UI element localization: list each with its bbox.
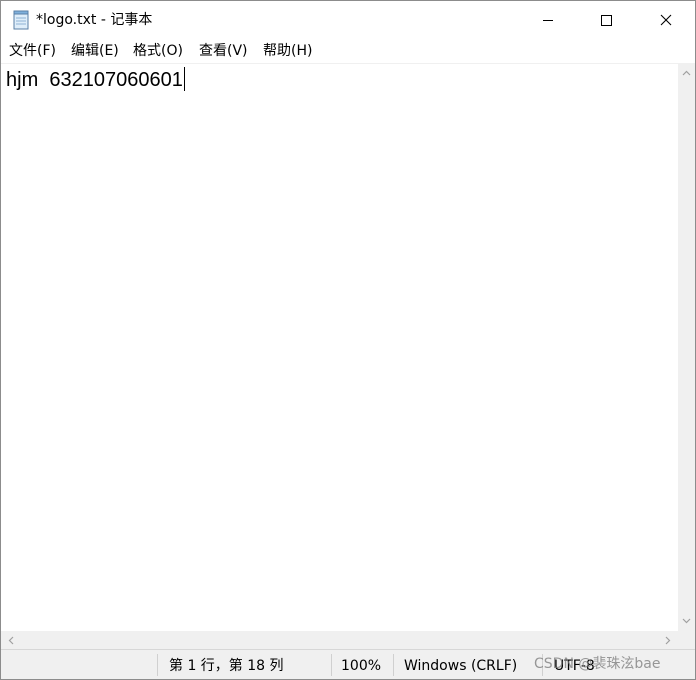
status-bar: 第 1 行，第 18 列 100% Windows (CRLF) UTF-8 C… (1, 649, 695, 679)
menu-view[interactable]: 查看(V) (198, 42, 249, 60)
status-divider (157, 654, 158, 676)
close-button[interactable] (637, 1, 695, 39)
text-editor[interactable]: hjm 632107060601 (1, 63, 678, 631)
cursor-position: 第 1 行，第 18 列 (169, 658, 284, 674)
title-bar[interactable]: *logo.txt - 记事本 (1, 1, 695, 39)
window-title: *logo.txt - 记事本 (36, 12, 153, 28)
minimize-icon (542, 11, 554, 30)
scroll-down-icon[interactable] (678, 611, 695, 631)
watermark: CSDN @裴珠泫bae (534, 656, 661, 672)
line-ending: Windows (CRLF) (404, 658, 518, 674)
editor-content: hjm 632107060601 (6, 69, 183, 91)
status-divider (393, 654, 394, 676)
scroll-left-icon[interactable] (1, 631, 21, 649)
menu-bar: 文件(F) 编辑(E) 格式(O) 查看(V) 帮助(H) (1, 39, 695, 63)
zoom-level: 100% (341, 658, 382, 674)
maximize-button[interactable] (577, 1, 635, 39)
vertical-scrollbar[interactable] (678, 63, 695, 631)
horizontal-scrollbar[interactable] (1, 631, 678, 649)
scroll-right-icon[interactable] (658, 631, 678, 649)
maximize-icon (600, 11, 612, 30)
notepad-icon (12, 10, 31, 30)
scrollbar-corner (678, 631, 695, 649)
notepad-window: *logo.txt - 记事本 文件(F) 编辑(E) 格式(O) 查看(V) … (0, 0, 696, 680)
menu-file[interactable]: 文件(F) (8, 42, 57, 60)
menu-help[interactable]: 帮助(H) (262, 42, 313, 60)
close-icon (660, 11, 672, 30)
menu-format[interactable]: 格式(O) (132, 42, 184, 60)
text-caret (183, 67, 185, 91)
scroll-up-icon[interactable] (678, 63, 695, 83)
menu-edit[interactable]: 编辑(E) (70, 42, 120, 60)
status-divider (331, 654, 332, 676)
minimize-button[interactable] (519, 1, 577, 39)
